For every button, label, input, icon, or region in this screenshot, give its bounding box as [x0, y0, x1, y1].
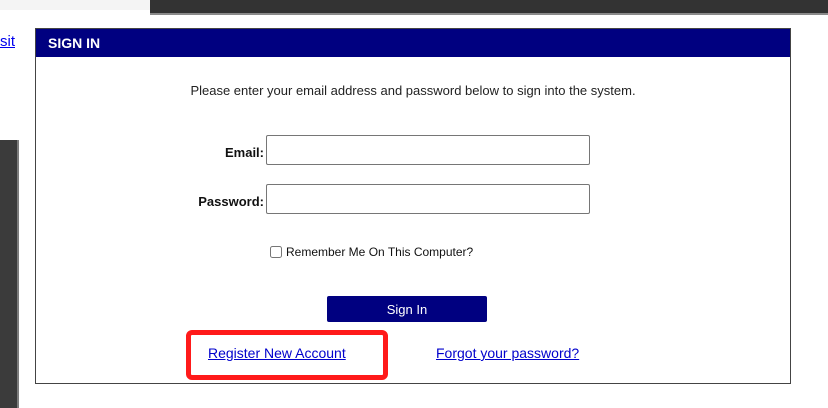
forgot-password-link[interactable]: Forgot your password?: [436, 345, 579, 361]
remember-me-checkbox[interactable]: [270, 246, 282, 258]
email-field[interactable]: [266, 135, 590, 165]
highlight-box: [186, 330, 388, 380]
remember-me[interactable]: Remember Me On This Computer?: [270, 245, 473, 259]
password-field[interactable]: [266, 184, 590, 214]
overlay-left-strip-edge: [17, 140, 19, 408]
intro-text: Please enter your email address and pass…: [190, 83, 636, 98]
sign-in-panel: SIGN IN Please enter your email address …: [35, 28, 791, 384]
sign-in-button[interactable]: Sign In: [327, 296, 487, 322]
page: sit SIGN IN Please enter your email addr…: [0, 0, 828, 408]
remember-me-label: Remember Me On This Computer?: [286, 245, 474, 259]
overlay-left-strip: [0, 140, 17, 408]
password-label: Password:: [198, 194, 264, 209]
overlay-top-band-edge: [150, 13, 828, 15]
overlay-top-band: [150, 0, 828, 13]
background-top-left: [0, 0, 150, 10]
visit-link[interactable]: sit: [0, 33, 22, 50]
email-label: Email:: [224, 145, 264, 160]
panel-title: SIGN IN: [36, 29, 790, 57]
